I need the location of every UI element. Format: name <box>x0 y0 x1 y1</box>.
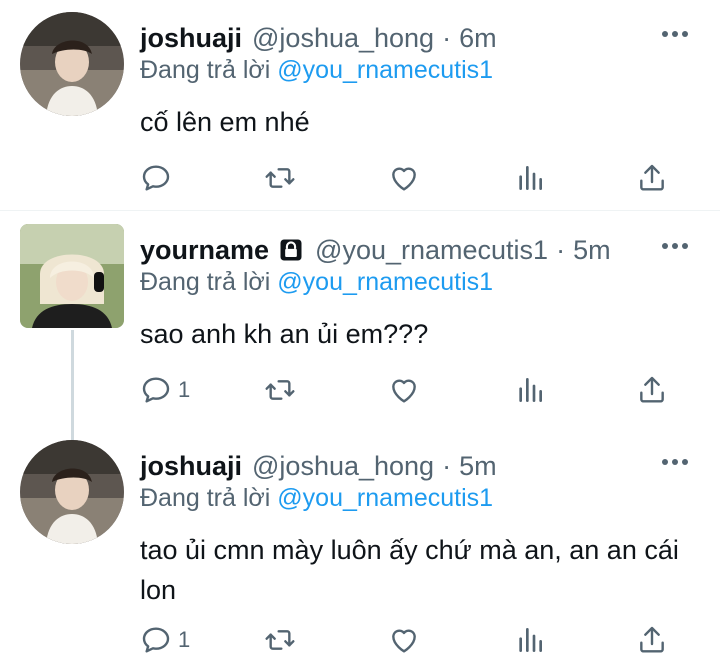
reply-button[interactable]: 1 <box>140 370 190 410</box>
tweet-header: joshuaji @joshua_hong · 6m <box>140 20 660 56</box>
avatar[interactable] <box>20 440 124 544</box>
analytics-icon <box>514 374 546 406</box>
share-button[interactable] <box>636 620 668 660</box>
replying-mention[interactable]: @you_rnamecutis1 <box>277 484 493 512</box>
action-bar <box>140 158 690 198</box>
share-icon <box>636 624 668 656</box>
like-icon <box>388 162 420 194</box>
retweet-button[interactable] <box>264 620 296 660</box>
like-icon <box>388 374 420 406</box>
divider <box>0 210 720 211</box>
author-name[interactable]: joshuaji <box>140 451 242 482</box>
retweet-button[interactable] <box>264 370 296 410</box>
share-icon <box>636 162 668 194</box>
replying-to-line: Đang trả lời @you_rnamecutis1 <box>140 484 493 513</box>
timestamp[interactable]: 5m <box>573 235 611 266</box>
reply-icon <box>140 374 172 406</box>
analytics-button[interactable] <box>514 158 546 198</box>
more-icon[interactable] <box>660 236 690 256</box>
separator-dot: · <box>442 22 452 53</box>
author-name[interactable]: yourname <box>140 235 269 266</box>
reply-count: 1 <box>178 377 191 402</box>
share-icon <box>636 374 668 406</box>
tweet-header: joshuaji @joshua_hong · 5m <box>140 448 660 484</box>
retweet-icon <box>264 624 296 656</box>
analytics-icon <box>514 162 546 194</box>
action-bar: 1 <box>140 620 690 660</box>
tweet-1[interactable]: joshuaji @joshua_hong · 6m Đang trả lời … <box>0 0 720 210</box>
separator-dot: · <box>442 450 452 481</box>
reply-icon <box>140 624 172 656</box>
analytics-button[interactable] <box>514 370 546 410</box>
timestamp[interactable]: 5m <box>459 451 497 482</box>
tweet-text: tao ủi cmn mày luôn ấy chứ mà an, an an … <box>140 535 679 605</box>
replying-prefix: Đang trả lời <box>140 484 271 512</box>
author-handle[interactable]: @joshua_hong <box>252 23 434 54</box>
reply-button[interactable]: 1 <box>140 620 190 660</box>
user-avatar-joshuaji-icon <box>20 12 124 116</box>
replying-mention[interactable]: @you_rnamecutis1 <box>277 268 493 296</box>
reply-count: 1 <box>178 627 191 652</box>
more-icon[interactable] <box>660 24 690 44</box>
replying-to-line: Đang trả lời @you_rnamecutis1 <box>140 56 493 85</box>
retweet-icon <box>264 374 296 406</box>
lock-icon <box>277 236 305 264</box>
like-button[interactable] <box>388 620 420 660</box>
share-button[interactable] <box>636 370 668 410</box>
like-icon <box>388 624 420 656</box>
user-avatar-joshuaji-icon <box>20 440 124 544</box>
analytics-button[interactable] <box>514 620 546 660</box>
reply-icon <box>140 162 172 194</box>
analytics-icon <box>514 624 546 656</box>
author-handle[interactable]: @joshua_hong <box>252 451 434 482</box>
like-button[interactable] <box>388 370 420 410</box>
action-bar: 1 <box>140 370 690 410</box>
more-icon[interactable] <box>660 452 690 472</box>
tweet-3[interactable]: joshuaji @joshua_hong · 5m Đang trả lời … <box>0 428 720 666</box>
replying-mention[interactable]: @you_rnamecutis1 <box>277 56 493 84</box>
like-button[interactable] <box>388 158 420 198</box>
tweet-header: yourname @you_rnamecutis1 · 5m <box>140 232 660 268</box>
user-avatar-yourname-icon <box>20 224 124 328</box>
retweet-icon <box>264 162 296 194</box>
timestamp[interactable]: 6m <box>459 23 497 54</box>
avatar[interactable] <box>20 12 124 116</box>
author-handle[interactable]: @you_rnamecutis1 <box>315 235 548 266</box>
author-name[interactable]: joshuaji <box>140 23 242 54</box>
replying-prefix: Đang trả lời <box>140 268 271 296</box>
tweet-2[interactable]: yourname @you_rnamecutis1 · 5m Đang trả … <box>0 212 720 434</box>
avatar[interactable] <box>20 224 124 328</box>
tweet-text: sao anh kh an ủi em??? <box>140 319 429 349</box>
tweet-text: cố lên em nhé <box>140 107 310 137</box>
share-button[interactable] <box>636 158 668 198</box>
reply-button[interactable] <box>140 158 172 198</box>
retweet-button[interactable] <box>264 158 296 198</box>
replying-prefix: Đang trả lời <box>140 56 271 84</box>
separator-dot: · <box>556 234 566 265</box>
replying-to-line: Đang trả lời @you_rnamecutis1 <box>140 268 493 297</box>
